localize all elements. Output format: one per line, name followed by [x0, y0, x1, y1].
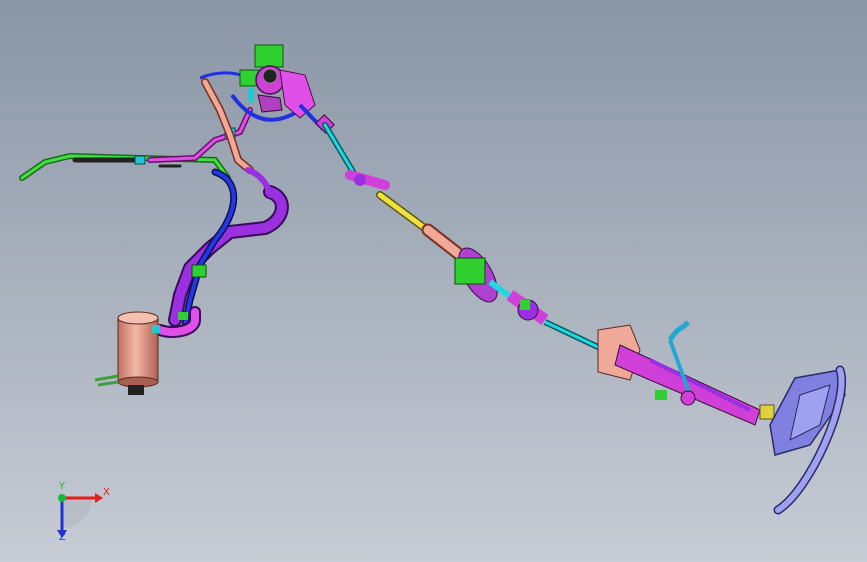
viewport-background [0, 0, 867, 562]
x-axis-label: X [103, 487, 110, 498]
cad-viewport[interactable]: X Y Z [0, 0, 867, 562]
y-axis-label: Y [59, 481, 66, 492]
y-axis-dot [58, 494, 66, 502]
z-axis-label: Z [59, 532, 66, 543]
coordinate-triad: X Y Z [40, 478, 120, 548]
triad-quadrant [62, 498, 92, 528]
model-canvas[interactable] [0, 0, 867, 562]
